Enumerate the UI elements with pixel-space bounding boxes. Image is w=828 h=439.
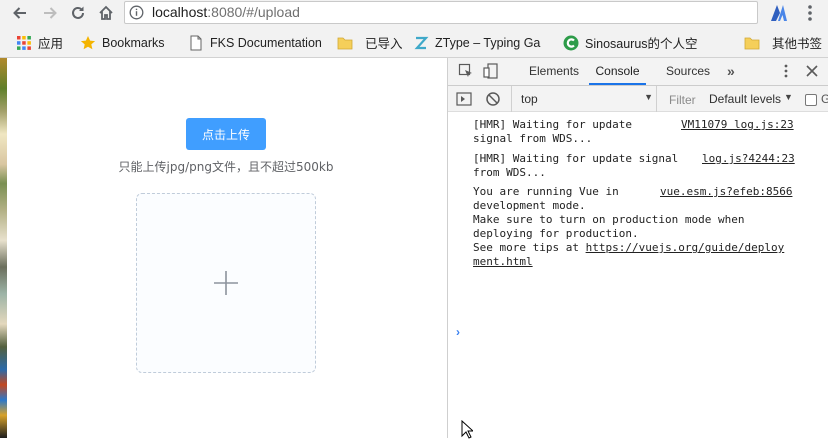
bookmark-label: 应用 (38, 37, 64, 51)
star-icon (80, 35, 96, 49)
context-value: top (521, 92, 538, 106)
home-icon (99, 5, 113, 20)
apps-grid-icon (17, 35, 31, 50)
upload-button[interactable]: 点击上传 (186, 118, 266, 150)
bookmark-ztype[interactable]: ZType – Typing Ga (413, 28, 550, 57)
home-button[interactable] (94, 2, 118, 24)
log-levels-dropdown[interactable]: Default levels ▼ (709, 89, 799, 109)
browser-toolbar: localhost:8080/#/upload (0, 0, 828, 28)
bookmark-label: FKS Documentation (210, 35, 322, 50)
bookmark-label: 其他书签 (772, 37, 823, 51)
more-tabs-icon[interactable]: » (727, 58, 735, 85)
tab-sources[interactable]: Sources (666, 58, 710, 85)
close-icon[interactable] (804, 63, 820, 79)
info-icon[interactable] (129, 5, 144, 20)
url-text: localhost:8080/#/upload (152, 4, 300, 20)
console-output: [HMR] Waiting for update signal from WDS… (448, 112, 828, 439)
background-window-edge (0, 58, 7, 438)
bookmark-bookmarks[interactable]: Bookmarks (80, 28, 180, 57)
console-sidebar-icon[interactable] (456, 91, 472, 107)
devtools-panel: Elements Console Sources » top ▼ Filter … (447, 58, 828, 439)
bookmark-label: ZType – Typing Ga (435, 35, 541, 50)
inspect-element-icon[interactable] (458, 63, 474, 79)
page-icon (190, 35, 202, 50)
source-link[interactable]: vue.esm.js?efeb:8566 (660, 185, 792, 198)
bookmark-label: 已导入 (365, 37, 403, 51)
devtools-menu-icon[interactable] (778, 63, 794, 79)
back-button[interactable] (8, 2, 32, 24)
upload-dropzone[interactable] (136, 193, 316, 373)
page-viewport: 点击上传 只能上传jpg/png文件，且不超过500kb (0, 58, 447, 438)
arrow-right-icon (44, 7, 57, 19)
arrow-left-icon (13, 7, 26, 19)
source-link[interactable]: log.js?4244:23 (702, 152, 795, 165)
console-prompt-icon[interactable]: › (456, 325, 460, 339)
mouse-cursor-icon (461, 420, 473, 439)
bookmark-fks-documentation[interactable]: FKS Documentation (188, 28, 326, 57)
tab-console[interactable]: Console (589, 58, 646, 85)
menu-dots-icon[interactable] (801, 3, 819, 23)
reload-button[interactable] (66, 2, 90, 24)
bookmark-apps[interactable]: 应用 (16, 28, 71, 57)
dropdown-arrow-icon: ▼ (784, 92, 793, 102)
bookmark-sinosaurus[interactable]: Sinosaurus的个人空 (563, 28, 731, 57)
ztype-icon (414, 36, 429, 49)
clear-console-icon[interactable] (485, 91, 501, 107)
bookmark-imported[interactable]: 已导入 (337, 28, 405, 57)
plus-icon (214, 271, 238, 295)
checkbox-label-fragment: G (821, 92, 828, 106)
group-similar-checkbox[interactable] (805, 94, 817, 106)
dropdown-arrow-icon: ▼ (644, 92, 653, 102)
devtools-tabbar: Elements Console Sources » (448, 58, 828, 86)
filter-input[interactable]: Filter (669, 93, 696, 107)
levels-label: Default levels (709, 92, 782, 106)
address-bar[interactable]: localhost:8080/#/upload (124, 1, 758, 24)
bookmark-other[interactable]: 其他书签 (744, 28, 828, 57)
folder-icon (337, 37, 353, 49)
bookmarks-bar: 应用 Bookmarks FKS Documentation 已导入 ZType… (0, 28, 828, 58)
toolbar-divider (656, 86, 657, 112)
forward-button[interactable] (38, 2, 62, 24)
url-host: localhost (152, 4, 208, 20)
toolbar-divider (511, 86, 512, 112)
bookmark-label: Sinosaurus的个人空 (585, 37, 698, 51)
folder-icon (744, 37, 760, 49)
source-link[interactable]: VM11079 log.js:23 (681, 118, 794, 131)
extension-icon[interactable] (768, 3, 790, 23)
console-toolbar: top ▼ Filter Default levels ▼ G (448, 86, 828, 112)
device-toolbar-icon[interactable] (483, 63, 499, 79)
upload-tip: 只能上传jpg/png文件，且不超过500kb (118, 160, 334, 174)
url-path: :8080/#/upload (207, 4, 300, 20)
sinosaurus-icon (563, 35, 579, 50)
tab-elements[interactable]: Elements (529, 58, 579, 85)
bookmark-label: Bookmarks (102, 35, 165, 50)
reload-icon (72, 6, 84, 19)
context-selector[interactable]: top ▼ (515, 89, 653, 109)
